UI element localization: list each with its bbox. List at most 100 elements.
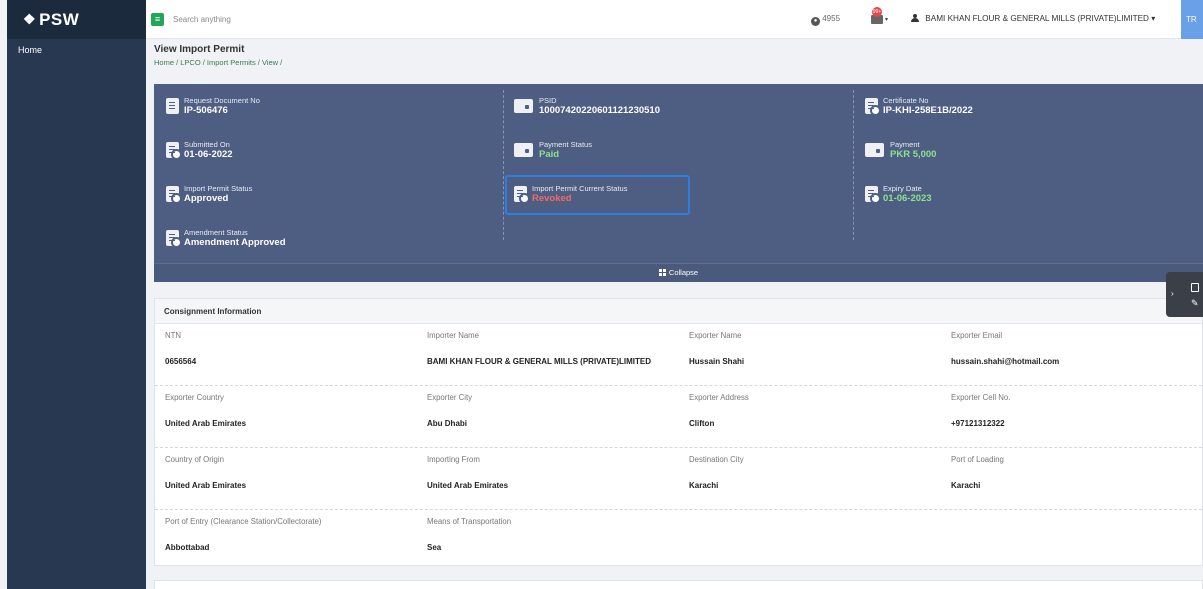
consignment-row: Exporter Country United Arab Emirates Expo… [155,386,1202,448]
sidebar: ❖ PSW Home [7,0,146,589]
field-value: United Arab Emirates [427,481,509,490]
consignment-information-card: Consignment Information NTN 0656564 Import… [154,298,1203,566]
notification-counter[interactable]: ● 4955 [811,14,840,26]
submitted-value: 01-06-2022 [184,149,233,160]
edit-tool-icon[interactable]: ✎ [1191,299,1200,308]
collapse-label: Collapse [668,268,699,277]
expiry-date: Expiry Date 01-06-2023 [865,184,932,204]
notification-icon: ● [811,17,820,26]
submitted-label: Submitted On [184,140,230,149]
payment-status-label: Payment Status [539,140,592,149]
psw-logo[interactable]: ❖ PSW [7,0,146,39]
page-title: View Import Permit [154,44,245,55]
field-label: Exporter City [427,393,473,402]
amendment-value: Amendment Approved [184,237,286,248]
field-value: Karachi [951,481,981,490]
wallet-icon [514,143,533,157]
app-root: ❖ PSW Home ≡ Search anything ● 4955 99+ … [0,0,1203,589]
field-value: Abbottabad [165,543,210,552]
psid-value: 10007420220601121230510 [539,105,660,116]
field-label: Port of Entry (Clearance Station/Collect… [165,517,322,526]
field-value: United Arab Emirates [165,481,247,490]
column-divider [853,90,854,240]
field-value: 0656564 [165,357,197,366]
payment: Payment PKR 5,000 [865,140,936,160]
search-input[interactable]: Search anything [173,15,231,24]
submitted-on: Submitted On 01-06-2022 [166,140,233,160]
field-label: Port of Loading [951,455,1004,464]
logo-text: PSW [39,9,80,29]
field-label: Exporter Cell No. [951,393,1011,402]
page-header: View Import Permit Home / LPCO / Import … [154,44,282,67]
user-menu[interactable]: BAMI KHAN FLOUR & GENERAL MILLS (PRIVATE… [911,13,1155,23]
grid-icon [658,269,666,276]
notification-count: 4955 [822,14,841,23]
field-label: Exporter Country [165,393,224,402]
payment-value: PKR 5,000 [890,149,937,160]
floating-toolbar: › ✎ [1166,272,1203,317]
messages-button[interactable]: 99+ ▾ [870,7,888,24]
request-document-value: IP-506476 [184,105,228,116]
current-status-highlight [505,175,690,215]
field-label: Importing From [427,455,480,464]
expiry-value: 01-06-2023 [883,193,932,204]
field-label: Exporter Email [951,331,1003,340]
breadcrumb[interactable]: Home / LPCO / Import Permits / View / [154,58,282,67]
field-value: Abu Dhabi [427,419,467,428]
chevron-right-icon[interactable]: › [1171,289,1174,298]
wallet-icon [865,143,884,157]
user-icon [911,14,919,22]
permit-status-label: Import Permit Status [184,184,253,193]
permit-status-icon [166,186,182,204]
psw-logo-icon: ❖ [23,11,37,27]
wallet-icon [514,99,533,113]
certificate-icon [865,98,881,116]
collapse-button[interactable]: Collapse [154,263,1203,282]
request-document-label: Request Document No [184,96,260,105]
field-label: Means of Transportation [427,517,512,526]
sidebar-item-home[interactable]: Home [7,39,146,55]
next-section-card [154,580,1203,589]
user-name: BAMI KHAN FLOUR & GENERAL MILLS (PRIVATE… [925,14,1149,23]
payment-status: Payment Status Paid [514,140,592,160]
amendment-status: Amendment Status Amendment Approved [166,228,286,248]
expiry-label: Expiry Date [883,184,922,193]
consignment-row: Port of Entry (Clearance Station/Collect… [155,510,1202,572]
amendment-label: Amendment Status [184,228,248,237]
psid: PSID 10007420220601121230510 [514,96,660,116]
import-permit-status: Import Permit Status Approved [166,184,252,204]
document-tool-icon[interactable] [1191,283,1199,292]
field-value: Sea [427,543,442,552]
certificate-no: Certificate No IP-KHI-258E1B/2022 [865,96,973,116]
user-avatar[interactable]: TR [1181,0,1203,39]
certificate-value: IP-KHI-258E1B/2022 [883,105,973,116]
column-divider [503,90,504,240]
field-label: Destination City [689,455,744,464]
field-value: United Arab Emirates [165,419,247,428]
user-caret-icon: ▾ [1151,14,1156,23]
field-value: hussain.shahi@hotmail.com [951,357,1060,366]
payment-label: Payment [890,140,920,149]
permit-status-value: Approved [184,193,229,204]
field-label: Country of Origin [165,455,224,464]
field-value: Hussain Shahi [689,357,745,366]
amendment-icon [166,230,182,248]
psid-label: PSID [539,96,557,105]
field-label: Exporter Name [689,331,742,340]
field-label: Exporter Address [689,393,749,402]
consignment-title: Consignment Information [155,299,1202,324]
consignment-row: Country of Origin United Arab Emirates Imp… [155,448,1202,510]
topbar: ≡ Search anything ● 4955 99+ ▾ BAMI KHAN… [146,0,1203,39]
request-document-no: Request Document No IP-506476 [166,96,260,116]
field-value: +97121312322 [951,419,1005,428]
hamburger-menu-icon[interactable]: ≡ [151,13,164,26]
consignment-row: NTN 0656564 Importer Name BAMI KHAN FLOUR &… [155,324,1202,386]
expiry-icon [865,186,881,204]
consignment-grid: NTN 0656564 Importer Name BAMI KHAN FLOUR &… [155,324,1202,572]
field-value: BAMI KHAN FLOUR & GENERAL MILLS (PRIVATE… [427,357,651,366]
field-value: Karachi [689,481,719,490]
permit-summary-panel: Request Document No IP-506476 PSID 10007… [154,84,1203,263]
field-label: Importer Name [427,331,479,340]
field-value: Clifton [689,419,715,428]
document-icon [166,98,179,114]
